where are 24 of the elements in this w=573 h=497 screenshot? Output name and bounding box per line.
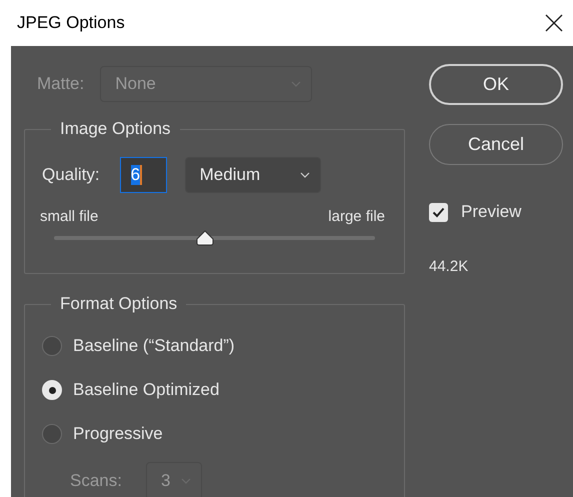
group-title: Image Options	[59, 119, 172, 139]
check-icon	[432, 206, 445, 218]
caret-icon	[300, 172, 310, 178]
quality-input[interactable]: 6	[120, 157, 167, 193]
preview-label[interactable]: Preview	[461, 202, 522, 222]
window-title: JPEG Options	[17, 13, 125, 33]
matte-label: Matte:	[37, 74, 84, 94]
slider-thumb[interactable]	[194, 230, 215, 246]
radio-button[interactable]	[42, 336, 62, 356]
quality-preset-dropdown[interactable]: Medium	[184, 157, 321, 193]
radio-label[interactable]: Baseline (“Standard”)	[73, 336, 235, 356]
close-button[interactable]	[543, 12, 565, 34]
quality-label: Quality:	[42, 165, 100, 185]
slider-max-label: large file	[328, 208, 385, 225]
preview-checkbox[interactable]	[429, 202, 448, 222]
radio-button[interactable]	[42, 424, 62, 444]
radio-label[interactable]: Progressive	[73, 424, 163, 444]
cancel-button[interactable]: Cancel	[429, 124, 563, 165]
radio-label[interactable]: Baseline Optimized	[73, 380, 220, 400]
group-title: Format Options	[59, 294, 178, 314]
ok-button[interactable]: OK	[429, 64, 563, 105]
slider-min-label: small file	[40, 208, 98, 225]
scans-label: Scans:	[70, 471, 122, 491]
file-size: 44.2K	[429, 258, 470, 275]
